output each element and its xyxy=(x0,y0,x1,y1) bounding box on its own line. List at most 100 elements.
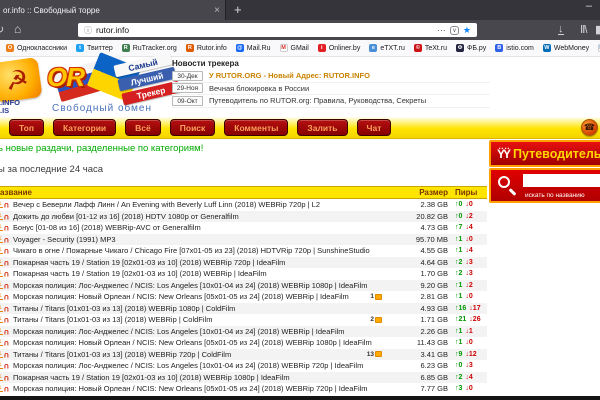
bookmark-item[interactable]: OОдноклассники xyxy=(6,44,67,52)
page-actions-icon[interactable]: ⋯ xyxy=(437,25,446,36)
magnet-icon[interactable]: U xyxy=(4,213,9,220)
bookmark-item[interactable]: MGMail xyxy=(280,44,309,52)
news-item: 30-ДекУ RUTOR.ORG - Новый Адрес: RUTOR.I… xyxy=(172,70,490,83)
download-icon[interactable]: ↓ xyxy=(0,339,3,346)
magnet-icon[interactable]: U xyxy=(4,224,9,231)
name-cell: ↓U Пожарная часть 19 / Station 19 [02x01-… xyxy=(0,258,394,267)
site-logo[interactable]: ☭ OR .INFO .IS Свободный обмен СамыйЛучш… xyxy=(0,57,175,115)
download-icon[interactable]: ↓ xyxy=(0,316,3,323)
torrent-link[interactable]: Пожарная часть 19 / Station 19 [02x01-03… xyxy=(13,373,290,382)
menu-item-upload[interactable]: Залить xyxy=(297,119,347,136)
size-cell: 20.82 GB xyxy=(394,212,448,221)
phone-icon[interactable]: ☎ xyxy=(581,119,598,136)
downloads-icon[interactable]: ↓ xyxy=(558,24,564,35)
bookmark-item[interactable]: iOnliner.by xyxy=(318,44,361,52)
magnet-icon[interactable]: U xyxy=(4,351,9,358)
download-icon[interactable]: ↓ xyxy=(0,282,3,289)
menu-item-categories[interactable]: Категории xyxy=(53,119,116,136)
magnet-icon[interactable]: U xyxy=(4,362,9,369)
bookmark-item[interactable]: RRutor.info xyxy=(186,44,227,52)
magnet-icon[interactable]: U xyxy=(4,339,9,346)
download-icon[interactable]: ↓ xyxy=(0,305,3,312)
news-panel: Новости трекера 30-ДекУ RUTOR.ORG - Новы… xyxy=(172,59,490,108)
library-icon[interactable]: Ⅱ\ xyxy=(580,23,586,36)
torrent-link[interactable]: Бонус [01-08 из 16] (2018) WEBRip-AVC от… xyxy=(13,223,201,232)
download-icon[interactable]: ↓ xyxy=(0,236,3,243)
bookmark-item[interactable]: tТвиттер xyxy=(76,44,113,52)
download-icon[interactable]: ↓ xyxy=(0,328,3,335)
sidebar-icon[interactable]: ◧ xyxy=(595,23,600,36)
torrent-link[interactable]: Морская полиция: Лос-Анджелес / NCIS: Lo… xyxy=(13,281,368,290)
download-icon[interactable]: ↓ xyxy=(0,270,3,277)
menu-item-chat[interactable]: Чат xyxy=(357,119,392,136)
magnet-icon[interactable]: U xyxy=(4,328,9,335)
download-icon[interactable]: ↓ xyxy=(0,351,3,358)
download-icon[interactable]: ↓ xyxy=(0,385,3,392)
menu-item-comments[interactable]: Комменты xyxy=(224,119,288,136)
magnet-icon[interactable]: U xyxy=(4,236,9,243)
torrent-link[interactable]: Вечер с Беверли Лафф Линн / An Evening w… xyxy=(13,200,320,209)
search-input[interactable] xyxy=(523,174,600,187)
refresh-icon[interactable]: ↻ xyxy=(0,23,4,36)
download-icon[interactable]: ↓ xyxy=(0,213,3,220)
download-icon[interactable]: ↓ xyxy=(0,247,3,254)
bookmark-item[interactable]: eeTXT.ru xyxy=(369,44,405,52)
torrent-link[interactable]: Титаны / Titans [01x01-03 из 13] (2018) … xyxy=(13,315,212,324)
peers-cell: ↑2↓3 xyxy=(448,270,487,277)
bookmark-favicon: Ф xyxy=(456,44,464,52)
download-icon[interactable]: ↓ xyxy=(0,201,3,208)
torrent-link[interactable]: Морская полиция: Новый Орлеан / NCIS: Ne… xyxy=(13,384,368,393)
magnet-icon[interactable]: U xyxy=(4,374,9,381)
torrent-link[interactable]: Титаны / Titans [01x01-03 из 13] (2018) … xyxy=(13,304,235,313)
page-content: ☭ OR .INFO .IS Свободный обмен СамыйЛучш… xyxy=(0,57,600,396)
download-icon[interactable]: ↓ xyxy=(0,259,3,266)
pocket-icon[interactable]: ∨ xyxy=(450,26,459,35)
new-tab-button[interactable]: + xyxy=(234,1,242,19)
minimize-button[interactable]: – xyxy=(586,0,592,12)
url-bar[interactable]: ⓘ rutor.info ⋯ ∨ ★ xyxy=(78,23,477,37)
bookmark-item[interactable]: RRuTracker.org xyxy=(122,44,177,52)
bookmark-item[interactable]: ФФБ.ру xyxy=(456,44,486,52)
bookmark-item[interactable]: Bistio.com xyxy=(495,44,534,52)
menu-item-search[interactable]: Поиск xyxy=(170,119,216,136)
download-icon[interactable]: ↓ xyxy=(0,374,3,381)
torrent-link[interactable]: Пожарная часть 19 / Station 19 [02x01-03… xyxy=(13,269,267,278)
torrent-link[interactable]: Пожарная часть 19 / Station 19 [02x01-03… xyxy=(13,258,285,267)
magnet-icon[interactable]: U xyxy=(4,385,9,392)
torrent-link[interactable]: Морская полиция: Новый Орлеан / NCIS: Ne… xyxy=(13,292,349,301)
download-icon[interactable]: ↓ xyxy=(0,224,3,231)
magnet-icon[interactable]: U xyxy=(4,270,9,277)
news-link[interactable]: У RUTOR.ORG - Новый Адрес: RUTOR.INFO xyxy=(209,71,370,80)
magnet-icon[interactable]: U xyxy=(4,259,9,266)
size-header: Размер xyxy=(394,188,448,197)
magnet-icon[interactable]: U xyxy=(4,293,9,300)
bookmark-item[interactable]: WWebMoney xyxy=(543,44,589,52)
download-icon[interactable]: ↓ xyxy=(0,362,3,369)
torrent-link[interactable]: Титаны / Titans [01x01-03 из 13] (2018) … xyxy=(13,350,231,359)
magnet-icon[interactable]: U xyxy=(4,316,9,323)
torrent-link[interactable]: Voyager - Security (1991) MP3 xyxy=(13,235,116,244)
torrent-link[interactable]: Чикаго в огне / Пожарные Чикаго / Chicag… xyxy=(13,246,370,255)
torrent-link[interactable]: Дожить до любви [01-12 из 16] (2018) HDT… xyxy=(13,212,239,221)
magnet-icon[interactable]: U xyxy=(4,201,9,208)
menu-item-top[interactable]: Топ xyxy=(9,119,44,136)
torrent-link[interactable]: Морская полиция: Лос-Анджелес / NCIS: Lo… xyxy=(13,361,363,370)
tab-close-icon[interactable]: × xyxy=(214,5,220,16)
magnet-icon[interactable]: U xyxy=(4,247,9,254)
bookmark-star-icon[interactable]: ★ xyxy=(463,25,471,36)
torrent-link[interactable]: Морская полиция: Лос-Анджелес / NCIS: Lo… xyxy=(13,327,345,336)
magnet-icon[interactable]: U xyxy=(4,282,9,289)
torrent-link[interactable]: Морская полиция: Новый Орлеан / NCIS: Ne… xyxy=(13,338,372,347)
magnet-icon[interactable]: U xyxy=(4,305,9,312)
download-icon[interactable]: ↓ xyxy=(0,293,3,300)
size-cell: 4.73 GB xyxy=(394,223,448,232)
bookmark-item[interactable]: ©TeXt.ru xyxy=(414,44,447,52)
news-link[interactable]: Вечная блокировка в России xyxy=(209,84,309,93)
site-info-icon[interactable]: ⓘ xyxy=(84,25,92,36)
news-link[interactable]: Путеводитель по RUTOR.org: Правила, Руко… xyxy=(209,96,426,105)
guide-button[interactable]: ŸŸ Путеводитель xyxy=(489,140,600,167)
browser-tab[interactable]: or.info :: Свободный торре × xyxy=(0,0,226,20)
menu-item-all[interactable]: Всё xyxy=(125,119,161,136)
home-icon[interactable]: ⌂ xyxy=(14,22,21,36)
bookmark-item[interactable]: @Mail.Ru xyxy=(236,44,271,52)
